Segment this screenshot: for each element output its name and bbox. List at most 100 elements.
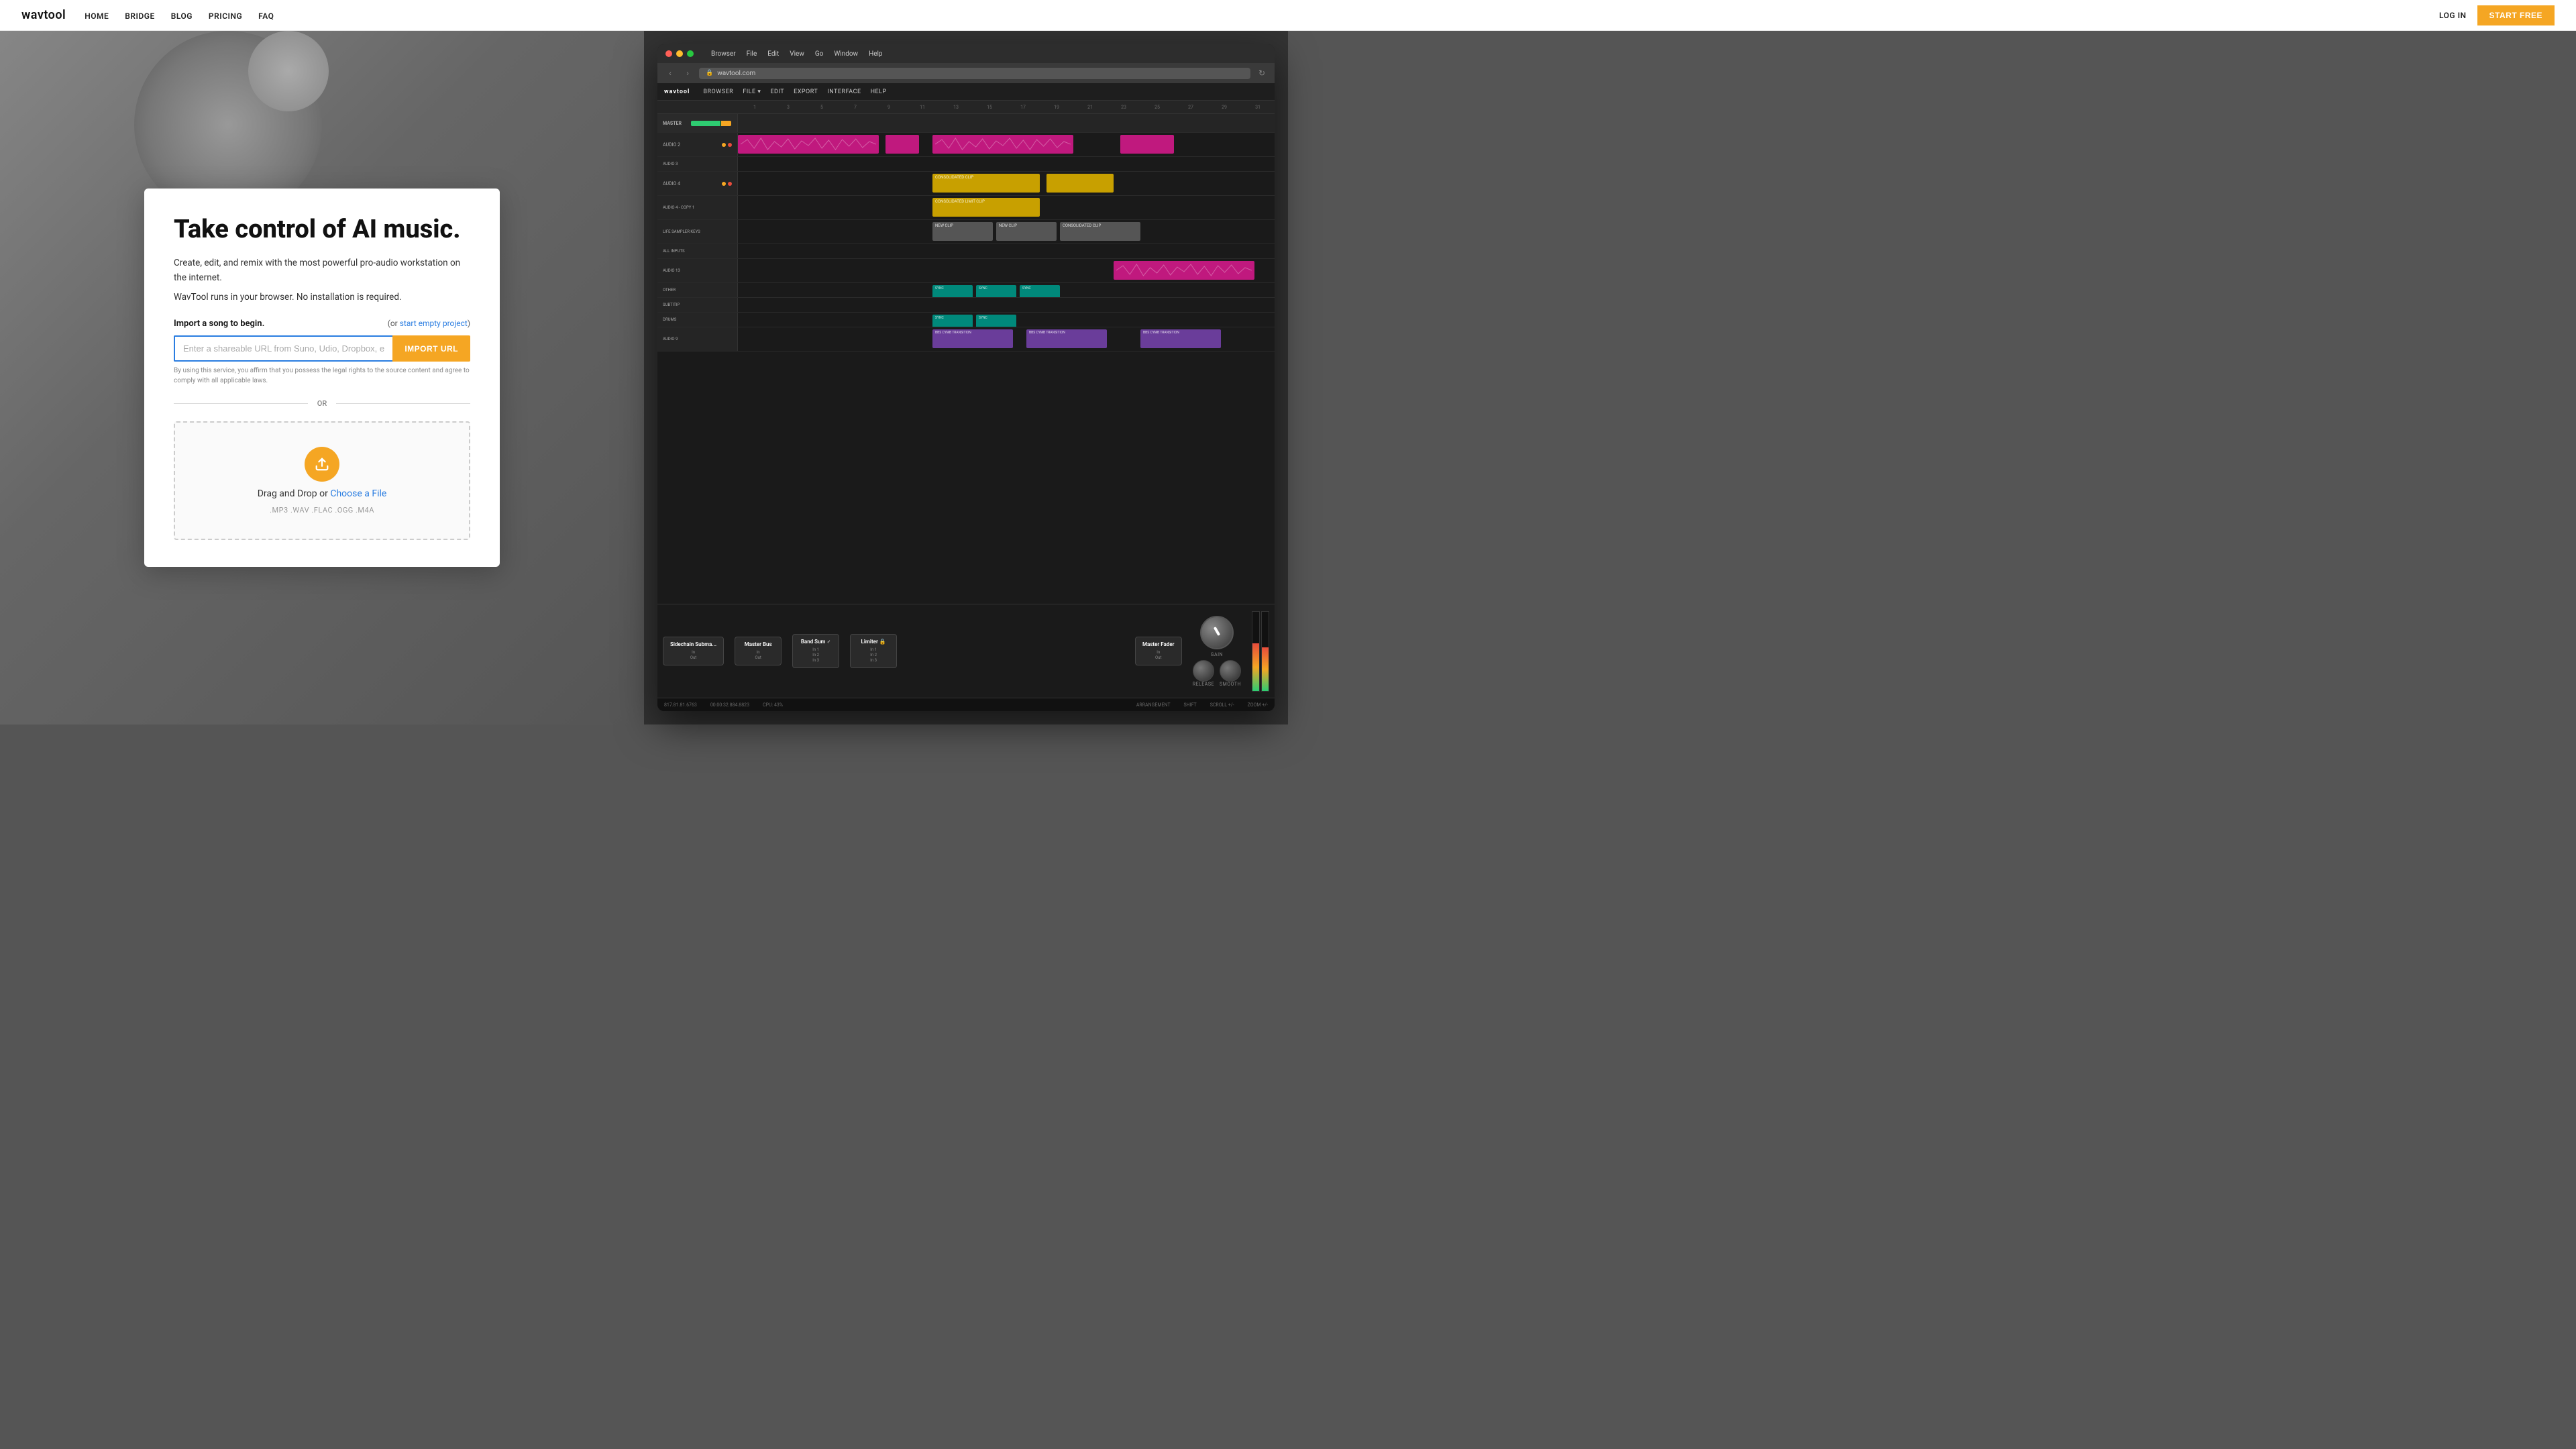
signal-port: In: [742, 650, 774, 655]
track-row-drums: DRUMS SYNC SYNC: [657, 313, 1275, 327]
signal-port: In 1: [857, 647, 890, 652]
app-menu-export[interactable]: EXPORT: [794, 89, 818, 95]
login-button[interactable]: LOG IN: [2439, 11, 2467, 20]
audio-clip[interactable]: [1120, 135, 1174, 154]
import-alt: (or start empty project): [388, 319, 470, 328]
track-content-subtitip: [738, 298, 1275, 312]
signal-node-limiter: Limiter 🔒 In 1 In 2 In 3: [850, 634, 897, 668]
gain-knob[interactable]: [1200, 616, 1234, 649]
status-bar: 817.81.81.6763 00:00:32.884.8823 CPU: 43…: [657, 698, 1275, 711]
app-menu-file[interactable]: FILE ▾: [743, 89, 761, 95]
audio-clip[interactable]: [1114, 261, 1254, 280]
hero-desc2: WavTool runs in your browser. No install…: [174, 292, 470, 303]
smooth-label: SMOOTH: [1220, 682, 1241, 687]
choose-file-link[interactable]: Choose a File: [330, 488, 386, 499]
mac-menu-browser: Browser: [711, 50, 736, 58]
start-empty-link[interactable]: start empty project: [400, 319, 468, 328]
mac-menu-edit: Edit: [767, 50, 779, 58]
track-controls-audio4: [722, 182, 732, 186]
address-text: wavtool.com: [717, 70, 755, 77]
back-button[interactable]: ‹: [664, 67, 676, 79]
drop-zone[interactable]: Drag and Drop or Choose a File .MP3 .WAV…: [174, 421, 470, 540]
app-logo: wavtool: [664, 89, 690, 95]
divider: OR: [174, 399, 470, 408]
nav-links: HOME BRIDGE BLOG PRICING FAQ: [85, 9, 274, 21]
audio-clip[interactable]: CONSOLIDATED LIMIT CLIP: [932, 198, 1040, 217]
track-content-audio2[interactable]: [738, 133, 1275, 156]
audio-clip[interactable]: SYNC: [976, 315, 1016, 327]
nav-pricing[interactable]: PRICING: [209, 11, 242, 21]
audio-clip[interactable]: [1046, 174, 1114, 193]
track-row-audio2: AUDIO 2: [657, 133, 1275, 157]
track-content-sampler[interactable]: NEW CLIP NEW CLIP CONSOLIDATED CLIP: [738, 220, 1275, 244]
audio-clip[interactable]: CONSOLIDATED CLIP: [932, 174, 1040, 193]
address-bar[interactable]: 🔒 wavtool.com: [699, 68, 1250, 79]
signal-node-sidechain: Sidechain Subma... In Out: [663, 637, 724, 665]
nav-blog[interactable]: BLOG: [171, 11, 193, 21]
audio-clip[interactable]: [738, 135, 879, 154]
audio-clip[interactable]: [885, 135, 919, 154]
track-label-audio2: AUDIO 2: [657, 133, 738, 156]
status-time: 00:00:32.884.8823: [710, 702, 749, 708]
audio-clip[interactable]: SYNC: [1020, 285, 1060, 297]
ruler-mark: 25: [1140, 105, 1174, 110]
audio-clip[interactable]: SYNC: [932, 285, 973, 297]
app-menu-help[interactable]: HELP: [871, 89, 887, 95]
app-menu-interface[interactable]: INTERFACE: [827, 89, 861, 95]
track-label-all-inputs: ALL INPUTS: [657, 244, 738, 258]
track-content-audio4[interactable]: CONSOLIDATED CLIP: [738, 172, 1275, 195]
audio-clip[interactable]: BBS CYMB TRANSITION: [1140, 329, 1221, 348]
audio-clip[interactable]: BBS CYMB TRANSITION: [932, 329, 1013, 348]
signal-port: In 3: [800, 658, 832, 663]
audio-clip[interactable]: [932, 135, 1073, 154]
import-header: Import a song to begin. (or start empty …: [174, 319, 470, 329]
upload-icon: [305, 447, 339, 482]
audio-clip[interactable]: CONSOLIDATED CLIP: [1060, 222, 1140, 241]
url-input[interactable]: [174, 335, 392, 362]
ruler-mark: 1: [738, 105, 771, 110]
audio-clip[interactable]: SYNC: [932, 315, 973, 327]
track-content-other[interactable]: SYNC SYNC SYNC: [738, 283, 1275, 297]
ctrl-dot-red: [728, 143, 732, 147]
app-menu-browser[interactable]: BROWSER: [703, 89, 733, 95]
track-content-audio4-copy[interactable]: CONSOLIDATED LIMIT CLIP: [738, 196, 1275, 219]
status-arrangement: ARRANGEMENT: [1136, 702, 1171, 708]
audio-clip[interactable]: NEW CLIP: [932, 222, 993, 241]
right-panel: Browser File Edit View Go Window Help ‹ …: [644, 31, 1288, 724]
refresh-button[interactable]: ↻: [1256, 67, 1268, 79]
ruler-mark: 3: [771, 105, 805, 110]
signal-node-title: Sidechain Subma...: [670, 641, 716, 647]
import-url-button[interactable]: IMPORT URL: [392, 335, 470, 362]
signal-node-bandsum: Band Sum ♂ In 1 In 2 In 3: [792, 634, 839, 668]
start-free-button[interactable]: START FREE: [2477, 5, 2555, 25]
audio-clip[interactable]: SYNC: [976, 285, 1016, 297]
import-alt-prefix: (or: [388, 319, 400, 328]
ruler-mark: 23: [1107, 105, 1140, 110]
timeline-ruler: 1 3 5 7 9 11 13 15 17 19 21 23 25 27: [657, 101, 1275, 114]
track-content-audio9[interactable]: BBS CYMB TRANSITION BBS CYMB TRANSITION …: [738, 327, 1275, 351]
smooth-knob[interactable]: [1220, 660, 1241, 682]
nav-bridge[interactable]: BRIDGE: [125, 11, 154, 21]
status-zoom: ZOOM +/-: [1248, 702, 1268, 708]
track-label-audio4: AUDIO 4: [657, 172, 738, 195]
status-position: 817.81.81.6763: [664, 702, 697, 708]
nav-faq[interactable]: FAQ: [258, 11, 274, 21]
audio-clip[interactable]: NEW CLIP: [996, 222, 1057, 241]
track-row-other: OTHER SYNC SYNC SYNC: [657, 283, 1275, 298]
release-knob[interactable]: [1193, 660, 1214, 682]
forward-button[interactable]: ›: [682, 67, 694, 79]
app-toolbar: wavtool BROWSER FILE ▾ EDIT EXPORT INTER…: [657, 83, 1275, 101]
mac-maximize-dot: [687, 50, 694, 57]
signal-node-title: Limiter 🔒: [857, 639, 890, 645]
browser-window: Browser File Edit View Go Window Help ‹ …: [657, 44, 1275, 711]
import-alt-suffix: ): [468, 319, 470, 328]
track-row-master: MASTER: [657, 114, 1275, 133]
audio-clip[interactable]: BBS CYMB TRANSITION: [1026, 329, 1107, 348]
vu-meter-right: [1261, 611, 1269, 692]
nav-home[interactable]: HOME: [85, 11, 109, 21]
app-menu-items: BROWSER FILE ▾ EDIT EXPORT INTERFACE HEL…: [703, 89, 886, 95]
track-content-audio13[interactable]: [738, 259, 1275, 282]
track-row-all-inputs: ALL INPUTS: [657, 244, 1275, 259]
app-menu-edit[interactable]: EDIT: [770, 89, 784, 95]
track-content-drums[interactable]: SYNC SYNC: [738, 313, 1275, 327]
